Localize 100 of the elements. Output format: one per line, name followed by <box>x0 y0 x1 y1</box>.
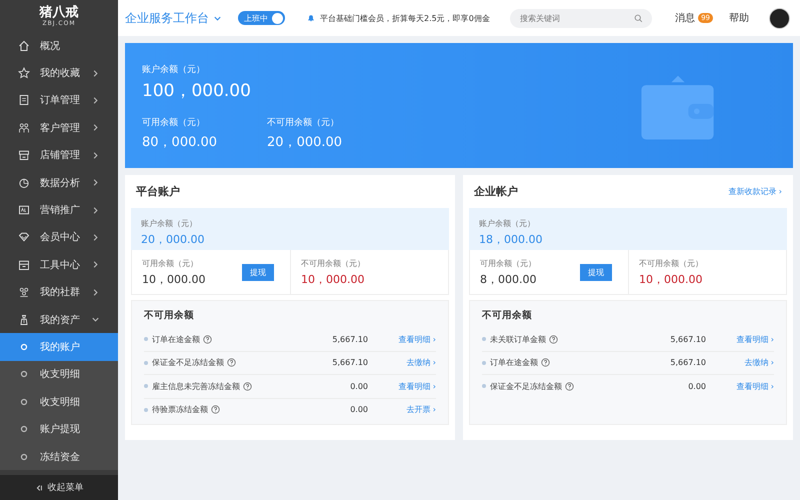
menu-icon <box>18 204 30 216</box>
detail-label: 保证金不足冻结金额 <box>152 357 224 368</box>
bullet-icon <box>144 408 148 412</box>
chevron-right-icon <box>91 232 100 242</box>
submenu-item[interactable]: 收支明细 <box>0 388 118 416</box>
details-title: 不可用余额 <box>482 309 533 322</box>
balance-amount: 100，000.00 <box>142 80 252 102</box>
menu-item[interactable]: 概况 <box>0 32 118 60</box>
menu-item[interactable]: 我的社群 <box>0 278 118 306</box>
search-field[interactable]: 搜索关键词 <box>510 8 652 28</box>
menu-item[interactable]: 我的收藏 <box>0 59 118 87</box>
unavailable-amount: 10，000.00 <box>301 272 365 286</box>
collapse-menu-button[interactable]: 收起菜单 <box>0 475 118 500</box>
detail-label: 订单在途金额 <box>152 334 200 345</box>
menu-item[interactable]: 订单管理 <box>0 86 118 114</box>
circle-icon <box>20 342 28 351</box>
circle-icon <box>20 452 28 461</box>
avatar[interactable] <box>769 8 790 28</box>
messages-link[interactable]: 消息 <box>675 11 696 25</box>
help-icon[interactable] <box>211 405 220 414</box>
submenu-item[interactable]: 账户提现 <box>0 415 118 443</box>
submenu-item[interactable]: 冻结资金 <box>0 442 118 470</box>
menu-icon <box>18 231 30 244</box>
bullet-icon <box>144 337 148 342</box>
detail-label: 订单在途金额 <box>490 357 538 368</box>
chevron-right-icon <box>91 206 100 215</box>
balance-label: 账户余额（元） <box>142 64 206 76</box>
menu-icon <box>18 122 30 134</box>
records-link[interactable]: 查新收款记录 › <box>728 186 782 197</box>
notice-text: 平台基础门槛会员，折算每天2.5元，即享0佣金 <box>320 12 490 24</box>
detail-amount: 0.00 <box>349 405 368 414</box>
withdraw-button[interactable]: 提现 <box>580 264 612 280</box>
help-icon[interactable] <box>203 334 212 344</box>
detail-amount: 0.00 <box>687 382 706 391</box>
menu-icon <box>18 67 30 80</box>
chevron-right-icon <box>91 178 100 188</box>
help-icon[interactable] <box>541 358 550 368</box>
detail-amount: 5,667.10 <box>331 334 368 344</box>
chevron-right-icon <box>91 68 100 78</box>
menu-item[interactable]: 营销推广 <box>0 196 118 224</box>
help-icon[interactable] <box>243 382 252 391</box>
menu-item[interactable]: 会员中心 <box>0 224 118 252</box>
bullet-icon <box>482 337 486 342</box>
menu-item[interactable]: 数据分析 <box>0 168 118 196</box>
unavailable-label: 不可用余额（元） <box>639 258 703 268</box>
chevron-down-icon <box>91 315 100 324</box>
menu-icon <box>18 40 30 52</box>
detail-amount: 5,667.10 <box>331 358 368 368</box>
balance-label: 可用余额（元） <box>142 116 206 129</box>
detail-label: 雇主信息未完善冻结金额 <box>152 380 240 392</box>
balance-label: 账户余额（元） <box>479 218 536 229</box>
bullet-icon <box>144 384 148 388</box>
menu-icon <box>18 258 30 271</box>
help-icon[interactable] <box>565 382 574 391</box>
menu-item[interactable]: 店铺管理 <box>0 142 118 169</box>
workspace-dropdown[interactable]: 企业服务工作台 <box>125 10 222 26</box>
chevron-right-icon <box>91 150 100 160</box>
available-label: 可用余额（元） <box>480 258 536 268</box>
bullet-icon <box>144 360 148 365</box>
detail-label: 未关联订单金额 <box>490 334 546 345</box>
available-amount: 8，000.00 <box>480 272 536 286</box>
detail-label: 待验票冻结金额 <box>152 404 208 416</box>
status-toggle[interactable]: 上班中 <box>238 11 285 25</box>
balance-amount: 20，000.00 <box>267 134 342 151</box>
withdraw-button[interactable]: 提现 <box>242 264 274 280</box>
unavailable-amount: 10，000.00 <box>639 272 703 286</box>
menu-item[interactable]: 我的资产 <box>0 306 118 334</box>
circle-icon <box>20 425 28 434</box>
collapse-icon <box>34 484 42 492</box>
bullet-icon <box>482 360 486 365</box>
circle-icon <box>20 370 28 378</box>
available-label: 可用余额（元） <box>142 258 199 268</box>
help-icon[interactable] <box>227 358 236 368</box>
balance-label: 不可用余额（元） <box>267 116 340 129</box>
submenu-item[interactable]: 我的账户 <box>0 333 118 361</box>
unavailable-label: 不可用余额（元） <box>301 258 365 268</box>
help-link[interactable]: 帮助 <box>729 11 749 25</box>
submenu-item[interactable]: 收支明细 <box>0 360 118 388</box>
search-icon <box>634 14 643 22</box>
chevron-right-icon <box>91 123 100 132</box>
menu-item[interactable]: 客户管理 <box>0 114 118 142</box>
detail-label: 保证金不足冻结金额 <box>490 380 562 392</box>
card-title: 平台账户 <box>136 184 180 199</box>
detail-amount: 5,667.10 <box>669 334 706 344</box>
menu-item[interactable]: 工具中心 <box>0 251 118 279</box>
menu-icon <box>18 176 30 189</box>
detail-amount: 0.00 <box>349 382 368 391</box>
menu-icon <box>18 94 30 106</box>
menu-icon <box>18 314 30 326</box>
menu-icon <box>18 286 30 298</box>
menu-icon <box>18 149 30 162</box>
detail-amount: 5,667.10 <box>669 358 706 368</box>
chevron-right-icon <box>91 260 100 270</box>
available-amount: 10，000.00 <box>142 272 206 286</box>
help-icon[interactable] <box>549 334 558 344</box>
bell-icon <box>307 14 315 22</box>
balance-amount: 20，000.00 <box>141 232 206 247</box>
logo-name: 猪八戒 <box>40 5 78 20</box>
balance-amount: 18，000.00 <box>479 232 544 247</box>
details-title: 不可用余额 <box>144 309 195 322</box>
